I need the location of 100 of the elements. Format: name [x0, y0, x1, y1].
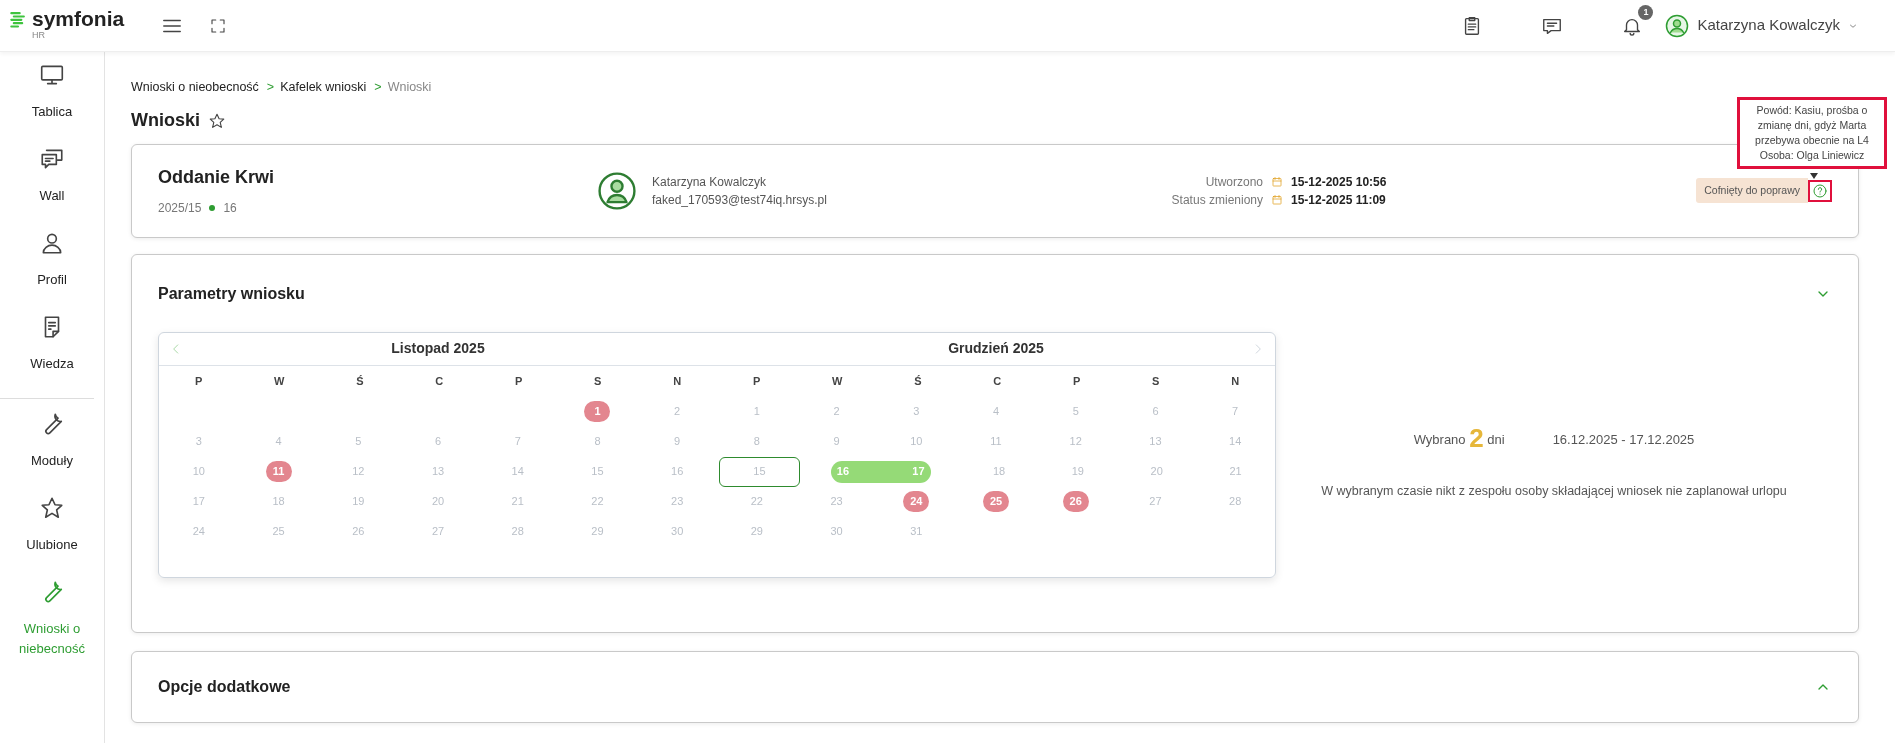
calendar-day[interactable]: 21	[1229, 463, 1242, 480]
calendar-day[interactable]: 14	[511, 463, 524, 480]
breadcrumb-link[interactable]: Kafelek wnioski	[280, 77, 367, 97]
calendar-day[interactable]: 28	[511, 523, 524, 540]
person-name: Katarzyna Kowalczyk	[652, 173, 768, 191]
month-title: Grudzień 2025	[948, 339, 1044, 359]
calendar-day[interactable]: 20	[431, 493, 445, 510]
calendar-day[interactable]: 4	[992, 403, 1000, 420]
calendar-day[interactable]: 2	[833, 403, 840, 420]
calendar-day[interactable]: 13	[1149, 433, 1162, 450]
weekday-label: C	[992, 373, 1003, 389]
calendar-day[interactable]: 5	[1072, 403, 1079, 420]
calendar-day[interactable]: 13	[431, 463, 445, 480]
sidebar-item[interactable]: Profil	[0, 228, 104, 312]
calendar-icon	[1271, 193, 1283, 206]
weekday-label: S	[593, 373, 603, 389]
calendar-day[interactable]: 3	[913, 403, 920, 420]
calendar-day[interactable]: 10	[910, 433, 923, 450]
calendar-day[interactable]: 24	[903, 491, 930, 513]
calendar-day[interactable]: 6	[1152, 403, 1159, 420]
calendar-day[interactable]: 10	[192, 463, 205, 480]
calendar-day[interactable]: 8	[753, 433, 760, 450]
fullscreen-icon	[209, 16, 228, 35]
calendar-day[interactable]: 11	[265, 461, 292, 483]
calendar-day[interactable]: 25	[272, 523, 285, 540]
calendar-day[interactable]: 12	[352, 463, 365, 480]
calendar-day[interactable]: 15	[591, 463, 604, 480]
calendar-day[interactable]: 19	[1071, 463, 1084, 480]
weekday-label: W	[273, 373, 286, 389]
calendar-day[interactable]: 30	[671, 523, 684, 540]
calendar-day[interactable]: 27	[1149, 493, 1162, 510]
date-range: 16.12.2025 - 17.12.2025	[1552, 430, 1695, 449]
calendar-day[interactable]: 7	[1232, 403, 1239, 420]
calendar-day[interactable]: 1	[584, 401, 611, 423]
calendar-day[interactable]: 17	[880, 460, 931, 483]
calendar-day[interactable]: 20	[1150, 463, 1163, 480]
calendar-day[interactable]: 22	[750, 493, 763, 510]
calendar-day[interactable]: 27	[431, 523, 445, 540]
breadcrumb-link[interactable]: Wnioski	[387, 77, 432, 97]
weekday-label: N	[1230, 373, 1241, 389]
calendar-day[interactable]: 23	[830, 493, 843, 510]
request-title: Oddanie Krwi	[158, 166, 275, 190]
calendar-day[interactable]: 26	[352, 523, 365, 540]
tooltip-arrow	[1810, 173, 1818, 180]
calendar-day[interactable]: 12	[1069, 433, 1082, 450]
calendar-day[interactable]: 5	[355, 433, 362, 450]
calendar-day[interactable]: 3	[195, 433, 202, 450]
weekday-label: S	[1151, 373, 1161, 389]
calendar-day[interactable]: 18	[992, 463, 1006, 480]
calendar-day[interactable]: 24	[192, 523, 205, 540]
calendar-icon	[1271, 175, 1283, 188]
calendar-day[interactable]: 26	[1062, 491, 1089, 513]
sidebar-item[interactable]: Tablica	[0, 60, 104, 144]
calendar-day[interactable]: 6	[434, 433, 442, 450]
breadcrumb-link[interactable]: Wnioski o nieobecność	[131, 77, 259, 97]
calendar-day[interactable]: 17	[192, 493, 205, 510]
weekday-label: P	[751, 373, 762, 389]
calendar-day[interactable]: 8	[594, 433, 601, 450]
calendar-day[interactable]: 14	[1229, 433, 1242, 450]
breadcrumb-separator: >	[266, 78, 275, 96]
sidebar-item[interactable]: Wall	[0, 144, 104, 228]
star-icon	[39, 495, 65, 521]
calendar-day[interactable]: 22	[591, 493, 604, 510]
team-availability-note: W wybranym czasie nikt z zespołu osoby składającej wniosek nie zaplanował urlopu	[1321, 482, 1787, 500]
calendar-day[interactable]: 29	[591, 523, 604, 540]
calendar-day[interactable]: 9	[833, 433, 840, 450]
calendar-day[interactable]: 18	[272, 493, 285, 510]
calendar-day[interactable]: 11	[990, 433, 1002, 450]
sidebar-item[interactable]: Wiedza	[0, 312, 104, 396]
star-icon[interactable]	[208, 111, 226, 130]
weekday-label: C	[434, 373, 445, 389]
help-button[interactable]	[1808, 179, 1832, 202]
sidebar-item[interactable]: Wnioski o niebecność	[0, 577, 104, 661]
avatar-icon	[598, 171, 636, 210]
page-title: Wnioski	[131, 110, 200, 132]
sidebar-item[interactable]: Ulubione	[0, 493, 104, 577]
calendar-day[interactable]: 19	[352, 493, 365, 510]
calendar-day[interactable]: 29	[750, 523, 763, 540]
weekday-label: Ś	[355, 373, 365, 389]
calendar-day[interactable]: 23	[671, 493, 684, 510]
calendar-day[interactable]: 30	[830, 523, 843, 540]
calendar-day[interactable]: 9	[674, 433, 681, 450]
calendar-day[interactable]: 2	[674, 403, 681, 420]
notification-count: 1	[1638, 4, 1654, 20]
calendar-day[interactable]: 16	[830, 460, 881, 483]
tooltip: Powód: Kasiu, prośba o zmianę dni, gdyż Marta przebywa obecnie na L4 Osoba: Olga Liniewicz	[1737, 96, 1887, 170]
request-count: 16	[223, 200, 237, 218]
calendar-day[interactable]: 25	[983, 491, 1009, 513]
weekday-label: W	[831, 373, 844, 389]
calendar-day[interactable]: 28	[1229, 493, 1242, 510]
calendar-day[interactable]: 21	[511, 493, 524, 510]
calendar-day[interactable]: 15	[719, 456, 800, 487]
calendar-day[interactable]: 7	[514, 433, 521, 450]
calendar-day[interactable]: 16	[671, 463, 684, 480]
calendar-day[interactable]: 31	[910, 523, 923, 540]
user-menu[interactable]: Katarzyna Kowalczyk	[1664, 12, 1859, 39]
calendar-day[interactable]: 4	[275, 433, 282, 450]
date-value: 15-12-2025 10:56	[1291, 173, 1387, 191]
sidebar-item[interactable]: Moduły	[0, 409, 104, 493]
calendar-day[interactable]: 1	[753, 403, 760, 420]
